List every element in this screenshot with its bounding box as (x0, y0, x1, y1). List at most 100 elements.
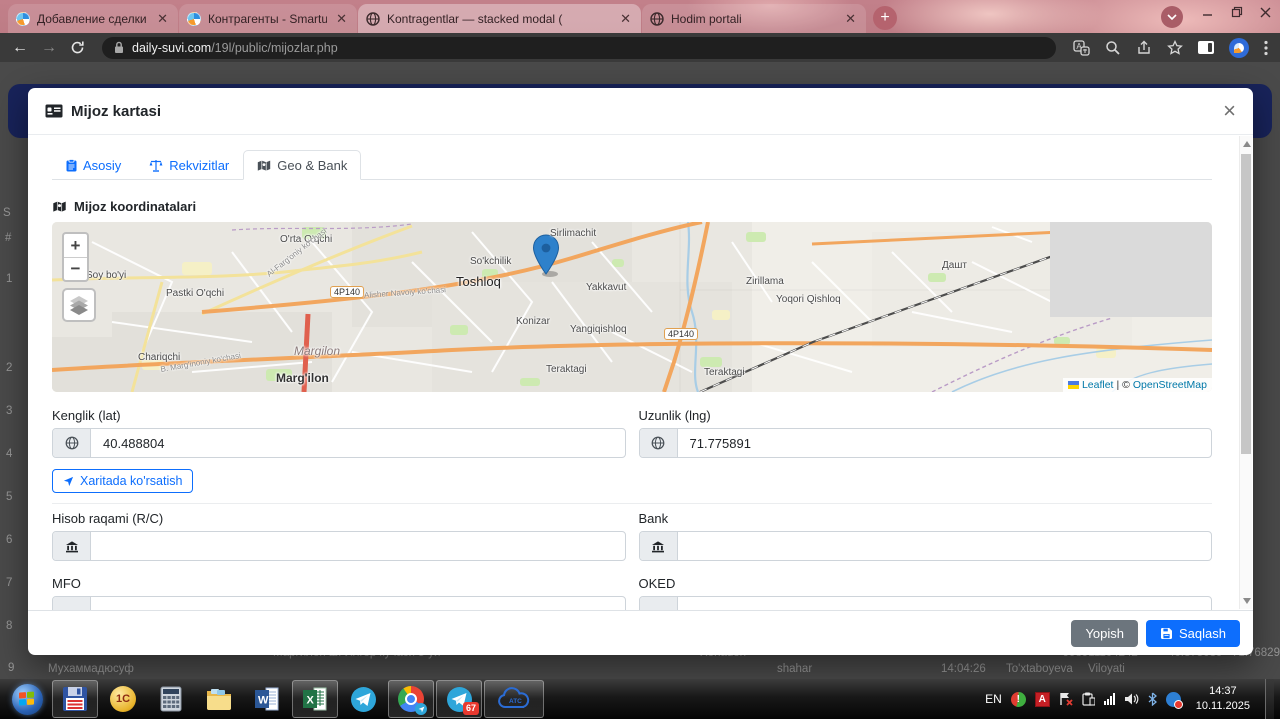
location-arrow-icon (63, 476, 74, 486)
map-label: Teraktagi (704, 367, 745, 378)
share-icon[interactable] (1136, 40, 1152, 56)
1c-icon: 1С (110, 686, 136, 712)
minimize-button[interactable] (1193, 0, 1222, 24)
oked-input[interactable] (677, 597, 1211, 610)
telegram-icon (350, 686, 376, 712)
bg-rail-cell: 5 (6, 491, 13, 503)
oked-label: OKED (638, 576, 676, 591)
browser-tab-4[interactable]: Hodim portali ✕ (642, 4, 866, 33)
smartup-favicon (187, 11, 201, 26)
language-indicator[interactable]: EN (985, 692, 1002, 706)
map-label: Zirillama (746, 276, 784, 287)
antivirus-tray-icon[interactable]: ! (1010, 691, 1026, 707)
browser-tab-3-active[interactable]: Kontragentlar — stacked modal ( ✕ (358, 4, 641, 33)
folder-icon (207, 689, 231, 710)
volume-icon[interactable] (1124, 692, 1139, 706)
taskbar-1c-app[interactable]: 1С (100, 680, 146, 718)
network-signal-icon[interactable] (1103, 693, 1115, 705)
tray-clock[interactable]: 14:37 10.11.2025 (1190, 684, 1256, 714)
bank-icon (53, 597, 91, 610)
reload-button[interactable] (70, 40, 85, 55)
modal-header: Mijoz kartasi × (28, 88, 1253, 135)
bluetooth-icon[interactable] (1148, 692, 1157, 706)
modal-scrollbar[interactable] (1239, 136, 1252, 609)
tab-close-icon[interactable]: ✕ (155, 12, 170, 25)
translate-icon[interactable]: A (1073, 39, 1090, 56)
url-bar[interactable]: daily-suvi.com/19l/public/mijozlar.php (102, 36, 1056, 59)
bg-table-cell: To'xtaboyeva (1006, 663, 1073, 675)
zoom-out-button[interactable]: − (64, 257, 87, 280)
tab-rekvizitlar[interactable]: Rekvizitlar (135, 150, 243, 180)
map-label: Margilon (294, 344, 341, 358)
profile-avatar[interactable] (1229, 37, 1249, 58)
bg-table-cell: 14:04:26 (941, 663, 986, 675)
map-label: Yangiqishloq (570, 324, 627, 335)
tab-title: Контрагенты - Smartup (208, 11, 328, 26)
tab-close-icon[interactable]: ✕ (334, 12, 349, 25)
tab-search-chevron-icon[interactable] (1161, 6, 1183, 28)
start-button[interactable] (4, 680, 50, 718)
scroll-down-arrow[interactable] (1243, 598, 1251, 604)
bank-input[interactable] (677, 532, 1211, 560)
taskbar-excel-app[interactable]: X (292, 680, 338, 718)
save-button[interactable]: Saqlash (1146, 619, 1240, 647)
taskbar-floppy-app[interactable] (52, 680, 98, 718)
lat-input[interactable] (91, 429, 625, 457)
tab-close-icon[interactable]: ✕ (843, 12, 858, 25)
taskbar-telegram-badged-app[interactable]: 67 (436, 680, 482, 718)
taskbar-explorer-app[interactable] (196, 680, 242, 718)
leaflet-map[interactable]: O'rta O'qchi Sirlimachit So'kchilik Tosh… (52, 222, 1212, 392)
bg-table-cell: 9 (8, 662, 15, 674)
taskbar-telegram-app[interactable] (340, 680, 386, 718)
forward-button[interactable]: → (41, 39, 57, 56)
globe-icon (639, 429, 678, 457)
taskbar-word-app[interactable]: W (244, 680, 290, 718)
acrobat-tray-icon[interactable]: A (1034, 691, 1050, 707)
lng-input[interactable] (677, 429, 1211, 457)
browser-tab-1[interactable]: Добавление сделки - Smartup ✕ (8, 4, 178, 33)
map-label: Marg'ilon (276, 371, 329, 385)
browser-tab-2[interactable]: Контрагенты - Smartup ✕ (179, 4, 357, 33)
clipboard-tray-icon[interactable] (1082, 692, 1095, 706)
bookmark-star-icon[interactable] (1167, 39, 1183, 56)
side-panel-icon[interactable] (1198, 41, 1214, 54)
leaflet-link[interactable]: Leaflet (1082, 379, 1114, 391)
map-layers-button[interactable] (62, 288, 96, 322)
zoom-search-icon[interactable] (1105, 40, 1121, 56)
taskbar-calculator-app[interactable] (148, 680, 194, 718)
account-input[interactable] (91, 532, 625, 560)
restore-button[interactable] (1222, 0, 1251, 24)
scrollbar-thumb[interactable] (1241, 154, 1251, 454)
tab-close-icon[interactable]: ✕ (618, 12, 633, 25)
bg-rail-cell: 3 (6, 405, 13, 417)
new-tab-button[interactable]: + (873, 6, 897, 30)
close-button[interactable]: Yopish (1071, 619, 1139, 647)
scroll-up-arrow[interactable] (1243, 141, 1251, 147)
osm-link[interactable]: OpenStreetMap (1133, 379, 1207, 391)
modal-body: Asosiy Rekvizitlar Geo & Bank Mijoz koor… (28, 135, 1253, 610)
lng-group (638, 428, 1212, 458)
bg-rail-cell: 2 (6, 362, 13, 374)
tray-date: 10.11.2025 (1195, 700, 1250, 712)
menu-dots-icon[interactable] (1264, 40, 1268, 56)
mfo-input[interactable] (91, 597, 625, 610)
app-tray-icon[interactable] (1165, 691, 1183, 709)
close-window-button[interactable] (1251, 0, 1280, 24)
back-button[interactable]: ← (12, 39, 28, 56)
bg-table-cell: shahar (777, 663, 813, 675)
account-label: Hisob raqami (R/C) (52, 511, 164, 526)
taskbar-chrome-app[interactable] (388, 680, 434, 718)
modal-close-icon[interactable]: × (1223, 100, 1236, 122)
taskbar-atc-cloud-app[interactable]: ATC (484, 680, 544, 718)
tab-asosiy[interactable]: Asosiy (52, 150, 135, 180)
tray-time: 14:37 (1209, 685, 1237, 698)
map-label: So'kchilik (470, 256, 512, 267)
lat-label: Kenglik (lat) (52, 408, 121, 423)
action-center-flag-icon[interactable] (1059, 692, 1073, 706)
tab-geo-bank[interactable]: Geo & Bank (243, 150, 362, 180)
show-on-map-button[interactable]: Xaritada ko'rsatish (52, 469, 194, 493)
id-card-icon (45, 104, 63, 118)
zoom-in-button[interactable]: + (64, 234, 87, 257)
browser-toolbar: ← → daily-suvi.com/19l/public/mijozlar.p… (0, 33, 1280, 62)
show-desktop-button[interactable] (1265, 679, 1274, 719)
